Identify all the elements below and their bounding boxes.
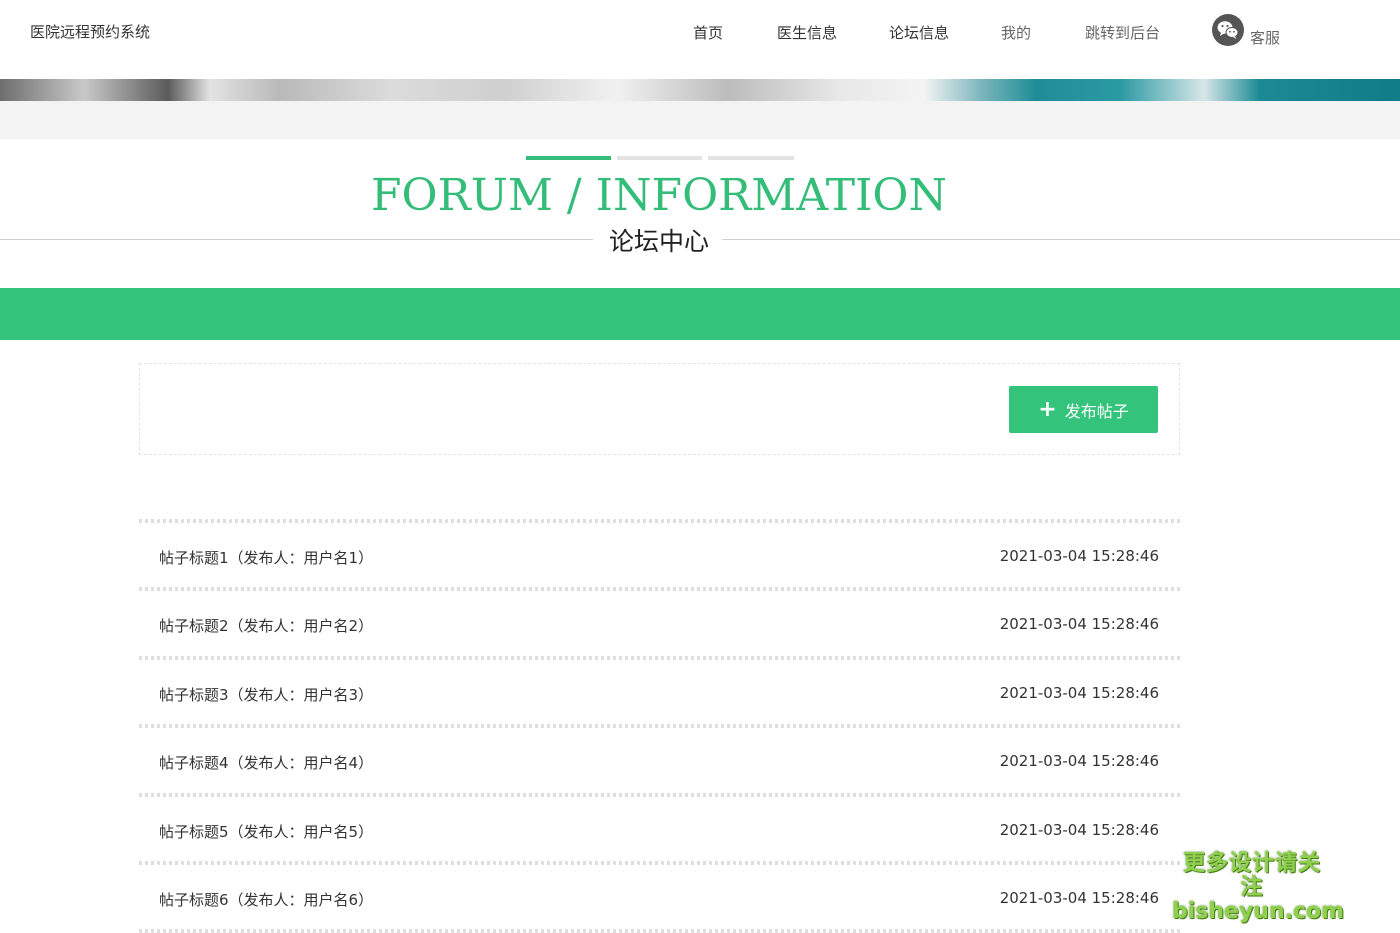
banner-shade bbox=[0, 101, 1400, 139]
post-title[interactable]: 帖子标题3（发布人：用户名3） bbox=[159, 684, 373, 705]
post-title[interactable]: 帖子标题1（发布人：用户名1） bbox=[159, 547, 373, 568]
post-time: 2021-03-04 15:28:46 bbox=[999, 820, 1159, 839]
post-title[interactable]: 帖子标题5（发布人：用户名5） bbox=[159, 821, 373, 842]
post-row[interactable]: 帖子标题6（发布人：用户名6） 2021-03-04 15:28:46 bbox=[139, 865, 1180, 929]
watermark-line1: 更多设计请关注 bbox=[1182, 851, 1321, 901]
post-row[interactable]: 帖子标题2（发布人：用户名2） 2021-03-04 15:28:46 bbox=[139, 591, 1180, 655]
post-title[interactable]: 帖子标题2（发布人：用户名2） bbox=[159, 615, 373, 636]
nav-forum-info[interactable]: 论坛信息 bbox=[889, 22, 949, 43]
list-divider bbox=[139, 929, 1180, 933]
post-time: 2021-03-04 15:28:46 bbox=[999, 752, 1159, 771]
slide-indicator[interactable] bbox=[617, 156, 702, 160]
action-panel: + 发布帖子 bbox=[139, 363, 1180, 455]
post-row[interactable]: 帖子标题3（发布人：用户名3） 2021-03-04 15:28:46 bbox=[139, 660, 1180, 724]
post-title[interactable]: 帖子标题6（发布人：用户名6） bbox=[159, 889, 373, 910]
service-label: 客服 bbox=[1250, 29, 1281, 47]
post-list: 帖子标题1（发布人：用户名1） 2021-03-04 15:28:46 帖子标题… bbox=[139, 519, 1180, 933]
nav-mine[interactable]: 我的 bbox=[1001, 22, 1031, 43]
post-time: 2021-03-04 15:28:46 bbox=[999, 683, 1159, 702]
banner-image bbox=[0, 79, 1400, 101]
post-title[interactable]: 帖子标题4（发布人：用户名4） bbox=[159, 752, 373, 773]
slide-indicator-active[interactable] bbox=[526, 156, 611, 160]
top-header: 医院远程预约系统 首页 医生信息 论坛信息 我的 跳转到后台 客服 bbox=[0, 0, 1400, 79]
post-time: 2021-03-04 15:28:46 bbox=[999, 888, 1159, 907]
publish-post-label: 发布帖子 bbox=[1064, 401, 1129, 421]
section-title-cn: 论坛中心 bbox=[608, 227, 709, 256]
nav-doctor-info[interactable]: 医生信息 bbox=[777, 22, 837, 43]
publish-post-button[interactable]: + 发布帖子 bbox=[1009, 386, 1158, 433]
nav-home[interactable]: 首页 bbox=[693, 22, 723, 43]
post-row[interactable]: 帖子标题4（发布人：用户名4） 2021-03-04 15:28:46 bbox=[139, 728, 1180, 792]
wechat-icon bbox=[1212, 14, 1244, 46]
post-row[interactable]: 帖子标题1（发布人：用户名1） 2021-03-04 15:28:46 bbox=[139, 523, 1180, 587]
post-time: 2021-03-04 15:28:46 bbox=[999, 615, 1159, 634]
slide-indicator[interactable] bbox=[708, 156, 794, 160]
green-band bbox=[0, 288, 1400, 340]
plus-icon: + bbox=[1038, 396, 1057, 422]
post-time: 2021-03-04 15:28:46 bbox=[999, 547, 1159, 565]
watermark-line2: bisheyun.com bbox=[1172, 899, 1345, 925]
main-nav: 首页 医生信息 论坛信息 我的 跳转到后台 bbox=[0, 20, 1400, 50]
nav-admin[interactable]: 跳转到后台 bbox=[1085, 22, 1160, 43]
post-row[interactable]: 帖子标题5（发布人：用户名5） 2021-03-04 15:28:46 bbox=[139, 797, 1180, 861]
section-title-en: FORUM / INFORMATION bbox=[371, 170, 947, 221]
watermark: 更多设计请关注 bisheyun.com bbox=[1172, 851, 1345, 925]
